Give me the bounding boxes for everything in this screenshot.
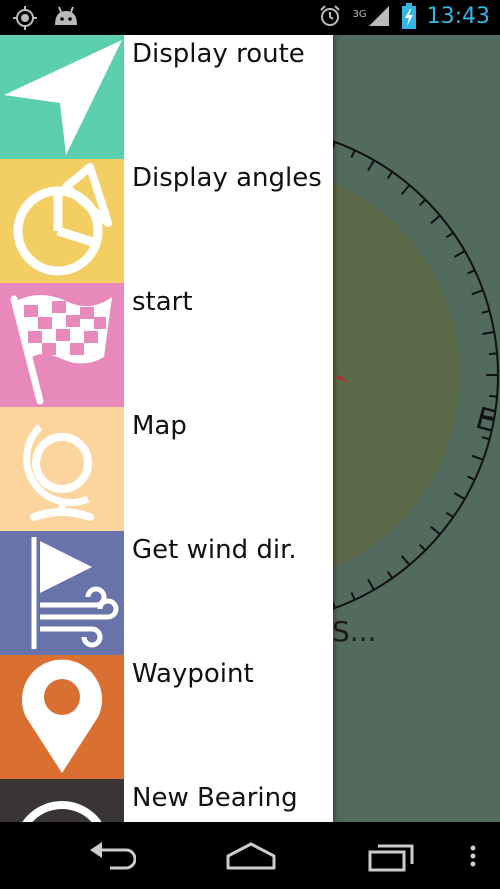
battery-charging-icon: [401, 3, 416, 29]
overflow-menu-icon[interactable]: [466, 836, 480, 876]
compass-tick: [471, 289, 484, 296]
tile: [0, 35, 124, 159]
wind-flag-icon: [31, 537, 119, 649]
compass-tick: [386, 171, 394, 179]
tile: [0, 531, 124, 655]
menu-item-label: New Bearing: [132, 783, 298, 813]
menu-item-display-angles[interactable]: Display angles: [0, 159, 333, 283]
compass-status-text: S...: [332, 615, 377, 648]
compass-tick: [367, 159, 375, 172]
menu-item-label: Display route: [132, 39, 305, 69]
compass-tick: [430, 214, 441, 225]
android-icon: [55, 6, 77, 25]
compass-tick: [418, 543, 427, 552]
network-type: 3G: [352, 9, 367, 20]
tile: [0, 407, 124, 531]
pie-chart-icon: [13, 163, 112, 276]
navigation-arrow-icon: [4, 40, 122, 155]
compass-tick: [418, 198, 427, 207]
back-icon[interactable]: [86, 836, 136, 876]
menu-item-label: start: [132, 287, 193, 317]
compass-tick: [488, 394, 498, 398]
compass-tick: [350, 149, 356, 158]
compass-tick: [446, 231, 454, 239]
compass-icon: [22, 801, 102, 822]
compass-tick: [467, 269, 476, 275]
compass-tick: [400, 184, 411, 195]
menu-item-label: Map: [132, 411, 187, 441]
compass-tick: [482, 330, 495, 336]
menu-item-display-route[interactable]: Display route: [0, 35, 333, 159]
home-icon[interactable]: [224, 836, 278, 876]
compass-tick: [350, 592, 356, 601]
menu-item-label: Display angles: [132, 163, 322, 193]
compass-tick: [481, 309, 490, 314]
clock: 13:43: [426, 3, 490, 29]
compass-tick: [467, 475, 476, 481]
alarm-icon: [320, 5, 341, 26]
tile: [0, 779, 124, 822]
recents-icon[interactable]: [366, 836, 416, 876]
compass-tick: [367, 578, 375, 591]
compass-tick: [400, 555, 411, 566]
system-nav-bar: [0, 822, 500, 889]
checkered-flag-icon: [10, 295, 112, 405]
tile: [0, 655, 124, 779]
menu-item-map[interactable]: Map: [0, 407, 333, 531]
menu-item-label: Get wind dir.: [132, 535, 297, 565]
navigation-drawer: Display route Display angles start Map G…: [0, 35, 333, 822]
compass-tick: [446, 511, 454, 519]
compass-tick: [386, 571, 394, 579]
gps-icon: [13, 6, 37, 30]
globe-icon: [23, 424, 94, 521]
menu-item-new-bearing[interactable]: New Bearing: [0, 779, 333, 822]
compass-tick: [453, 492, 466, 500]
tile: [0, 159, 124, 283]
map-pin-icon: [21, 659, 103, 773]
tile: [0, 283, 124, 407]
compass-tick: [453, 250, 466, 258]
menu-item-get-wind-dir[interactable]: Get wind dir.: [0, 531, 333, 655]
compass-tick: [488, 352, 498, 356]
compass-heading-label: E: [472, 401, 499, 440]
menu-item-label: Waypoint: [132, 659, 254, 689]
menu-item-start[interactable]: start: [0, 283, 333, 407]
compass-tick: [471, 454, 484, 461]
compass-tick: [430, 525, 441, 536]
status-bar: 3G 13:43: [0, 0, 500, 35]
menu-item-waypoint[interactable]: Waypoint: [0, 655, 333, 779]
signal-icon: [368, 6, 389, 26]
